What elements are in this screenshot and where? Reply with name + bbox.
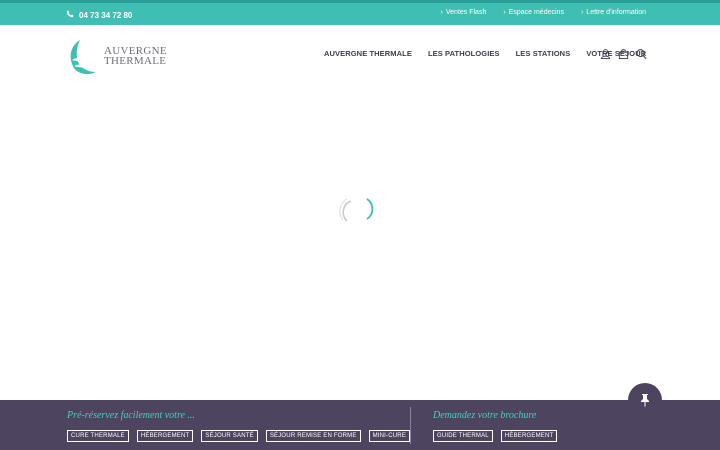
wave-logo-icon [70, 40, 99, 75]
btn-sejour-sante[interactable]: SÉJOUR SANTÉ [201, 430, 258, 442]
header-icons [600, 48, 647, 60]
nav-auvergne-thermale[interactable]: AUVERGNE THERMALE [324, 49, 412, 58]
user-icon[interactable] [600, 48, 611, 60]
site-logo[interactable]: AUVERGNE THERMALE [66, 38, 170, 76]
btn-sejour-remise-en-forme[interactable]: SÉJOUR REMISE EN FORME [265, 430, 361, 442]
brochure-buttons: GUIDE THERMAL HÉBERGEMENT [433, 430, 558, 442]
btn-mini-cure[interactable]: MINI-CURE [368, 430, 411, 442]
nav-les-stations[interactable]: LES STATIONS [516, 49, 571, 58]
brochure-title: Demandez votre brochure [433, 410, 537, 421]
link-espace-medecins[interactable]: › Espace médecins [503, 9, 564, 16]
link-lettre-information[interactable]: › Lettre d'information [581, 9, 646, 16]
footer-booking-bar: Pré-réservez facilement votre ... CURE T… [0, 400, 720, 450]
btn-hebergement[interactable]: HÉBERGEMENT [136, 430, 194, 442]
top-links: › Ventes Flash › Espace médecins › Lettr… [441, 9, 646, 16]
btn-brochure-hebergement[interactable]: HÉBERGEMENT [500, 430, 558, 442]
prereserve-buttons: CURE THERMALE HÉBERGEMENT SÉJOUR SANTÉ S… [67, 430, 411, 442]
chevron-right-icon: › [503, 9, 506, 16]
bag-icon[interactable] [618, 48, 629, 60]
pin-button[interactable] [628, 383, 662, 417]
loading-spinner [339, 198, 374, 222]
link-label: Espace médecins [508, 9, 564, 16]
phone-text: 04 73 34 72 80 [79, 10, 133, 20]
btn-guide-thermal[interactable]: GUIDE THERMAL [433, 430, 493, 442]
btn-cure-thermale[interactable]: CURE THERMALE [67, 430, 129, 442]
phone-number[interactable]: 04 73 34 72 80 [66, 8, 132, 22]
nav-les-pathologies[interactable]: LES PATHOLOGIES [428, 49, 500, 58]
link-label: Lettre d'information [586, 9, 646, 16]
link-label: Ventes Flash [445, 9, 487, 16]
pin-icon [641, 394, 649, 407]
top-bar: 04 73 34 72 80 › Ventes Flash › Espace m… [0, 0, 720, 25]
chevron-right-icon: › [580, 9, 584, 16]
footer-divider [410, 407, 411, 444]
main-nav: AUVERGNE THERMALE LES PATHOLOGIES LES ST… [324, 49, 646, 58]
logo-line-2: THERMALE [104, 55, 167, 67]
phone-icon [66, 10, 74, 20]
link-ventes-flash[interactable]: › Ventes Flash [441, 9, 487, 16]
search-icon[interactable] [636, 48, 647, 60]
chevron-right-icon: › [440, 9, 443, 16]
logo-text: AUVERGNE THERMALE [104, 46, 167, 67]
prereserve-title: Pré-réservez facilement votre ... [67, 410, 195, 421]
